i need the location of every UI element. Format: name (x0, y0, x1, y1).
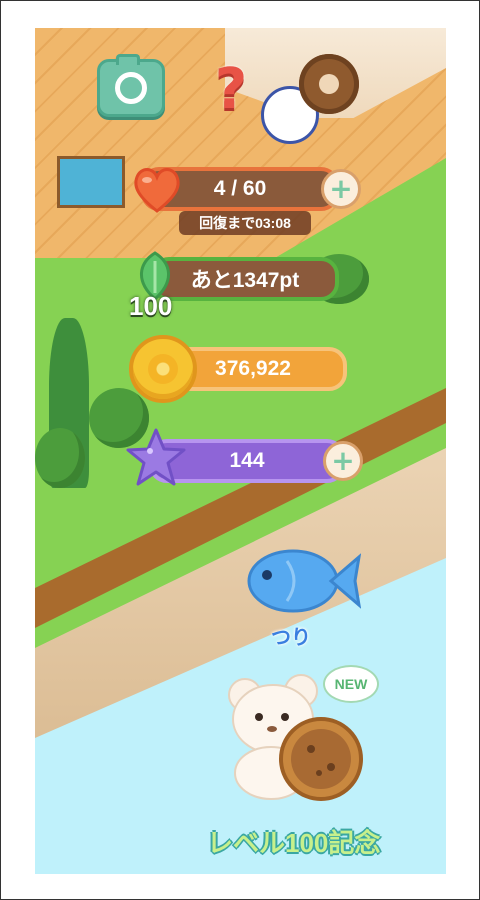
star-icon (126, 428, 186, 486)
heart-icon (134, 168, 180, 213)
screenshot-frame: ? 4 / 60 + 回復まで03:08 あと1347pt 100 376,92… (0, 0, 480, 900)
add-stamina-button[interactable]: + (321, 169, 361, 209)
camera-icon (116, 54, 140, 65)
gear-icon (292, 47, 366, 121)
caption-text: レベル100記念 (207, 828, 381, 858)
help-button[interactable]: ? (209, 54, 253, 124)
fishing-label[interactable]: つり (271, 621, 311, 650)
new-badge: NEW (323, 665, 379, 703)
stamina-value: 4 / 60 (213, 177, 267, 200)
plus-icon: + (331, 444, 355, 477)
stars-value: 144 (229, 449, 265, 472)
points-value: あと1347pt (190, 269, 300, 292)
coins-value: 376,922 (215, 357, 291, 380)
settings-button[interactable] (292, 47, 366, 121)
player-level: 100 (129, 291, 173, 321)
coin-icon (129, 335, 197, 403)
question-icon: ? (214, 56, 248, 122)
plus-icon: + (329, 172, 353, 205)
points-bar: あと1347pt (151, 257, 339, 301)
add-stars-button[interactable]: + (323, 441, 363, 481)
fish-icon[interactable] (241, 541, 361, 621)
recovery-timer: 回復まで03:08 (179, 211, 311, 235)
water-tile (57, 156, 125, 208)
bush (35, 428, 85, 488)
camera-lens (115, 72, 147, 104)
camera-button[interactable] (97, 54, 165, 117)
